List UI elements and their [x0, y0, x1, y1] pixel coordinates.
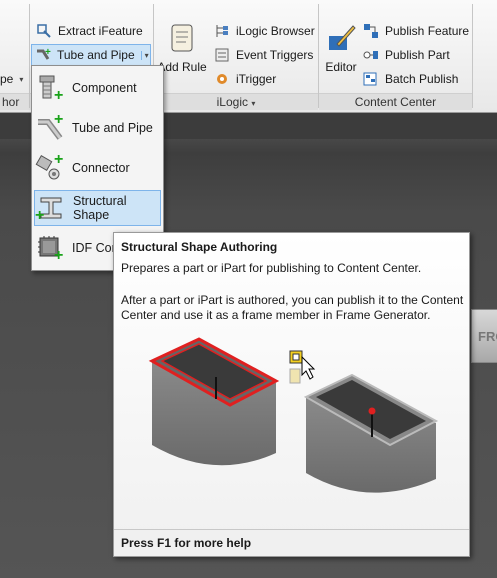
- bolt-component-icon: +: [34, 72, 66, 104]
- chevron-down-icon[interactable]: ▾: [140, 50, 149, 60]
- ilogic-browser-button[interactable]: iLogic Browser: [214, 20, 315, 42]
- publish-part-label: Publish Part: [385, 48, 450, 62]
- panel-divider: [472, 4, 473, 108]
- batch-publish-button[interactable]: Batch Publish: [363, 68, 458, 90]
- event-triggers-label: Event Triggers: [236, 48, 314, 62]
- partial-button[interactable]: pe ▾: [0, 68, 23, 90]
- viewcube-front-face[interactable]: FRO: [471, 309, 497, 363]
- event-triggers-icon: [214, 47, 230, 63]
- menu-item-structural-shape[interactable]: + Structural Shape: [34, 190, 161, 226]
- structural-shape-icon: +: [35, 192, 67, 224]
- tooltip: Structural Shape Authoring Prepares a pa…: [113, 232, 470, 557]
- publish-part-button[interactable]: Publish Part: [363, 44, 450, 66]
- tooltip-title: Structural Shape Authoring: [121, 240, 278, 254]
- menu-item-component[interactable]: + Component: [34, 70, 161, 106]
- left-shape-model: [148, 337, 280, 466]
- extract-ifeature-label: Extract iFeature: [58, 24, 143, 38]
- menu-item-component-label: Component: [72, 81, 137, 95]
- chevron-down-icon: ▾: [251, 99, 256, 108]
- menu-item-connector[interactable]: + Connector: [34, 150, 161, 186]
- tooltip-illustration: [148, 337, 439, 493]
- menu-item-tube-and-pipe-label: Tube and Pipe: [72, 121, 153, 135]
- editor-icon: [325, 22, 357, 54]
- ilogic-browser-label: iLogic Browser: [236, 24, 315, 38]
- editor-label: Editor: [325, 60, 357, 74]
- ilogic-panel-title[interactable]: iLogic ▾: [154, 93, 318, 110]
- idf-chip-icon: +: [34, 232, 66, 264]
- menu-item-connector-label: Connector: [72, 161, 130, 175]
- tooltip-body: After a part or iPart is authored, you c…: [121, 293, 464, 322]
- publish-feature-label: Publish Feature: [385, 24, 470, 38]
- publish-part-icon: [363, 47, 379, 63]
- ilogic-panel: Add Rule iLogic Browser Event Triggers i…: [154, 0, 318, 112]
- publish-feature-button[interactable]: Publish Feature: [363, 20, 469, 42]
- tube-and-pipe-label: Tube and Pipe: [57, 48, 135, 62]
- publish-feature-icon: [363, 23, 379, 39]
- tube-pipe-icon: +: [35, 47, 51, 63]
- itrigger-label: iTrigger: [236, 72, 277, 86]
- tube-and-pipe-split-button[interactable]: + Tube and Pipe ▾: [31, 44, 151, 66]
- menu-item-tube-and-pipe[interactable]: + Tube and Pipe: [34, 110, 161, 146]
- ilogic-browser-icon: [214, 23, 230, 39]
- content-center-panel-title: Content Center: [319, 93, 472, 110]
- extract-ifeature-icon: [36, 23, 52, 39]
- partial-panel-title: hor: [0, 93, 32, 110]
- tube-pipe-icon: +: [34, 112, 66, 144]
- editor-button[interactable]: Editor: [321, 22, 361, 74]
- scroll-rule-icon: [166, 22, 198, 54]
- batch-publish-label: Batch Publish: [385, 72, 459, 86]
- partial-left-panel: pe ▾ hor: [0, 0, 32, 112]
- menu-item-structural-shape-label: Structural Shape: [73, 194, 127, 222]
- tooltip-footer-help: Press F1 for more help: [114, 529, 469, 556]
- menu-item-idf-label: IDF Con: [72, 241, 119, 255]
- chevron-down-icon: ▾: [19, 74, 24, 84]
- event-triggers-button[interactable]: Event Triggers: [214, 44, 313, 66]
- itrigger-icon: [214, 71, 230, 87]
- content-center-panel: Editor Publish Feature Publish Part Batc…: [319, 0, 472, 112]
- right-shape-model: [303, 373, 439, 493]
- partial-button-label: pe: [0, 72, 14, 86]
- svg-text:+: +: [45, 47, 51, 58]
- pick-cursor-icon: [289, 350, 316, 384]
- connector-icon: +: [34, 152, 66, 184]
- extract-ifeature-button[interactable]: Extract iFeature: [36, 20, 143, 42]
- ilogic-panel-title-label: iLogic: [216, 95, 248, 109]
- itrigger-button[interactable]: iTrigger: [214, 68, 276, 90]
- batch-publish-icon: [363, 71, 379, 87]
- tooltip-description: Prepares a part or iPart for publishing …: [121, 261, 422, 275]
